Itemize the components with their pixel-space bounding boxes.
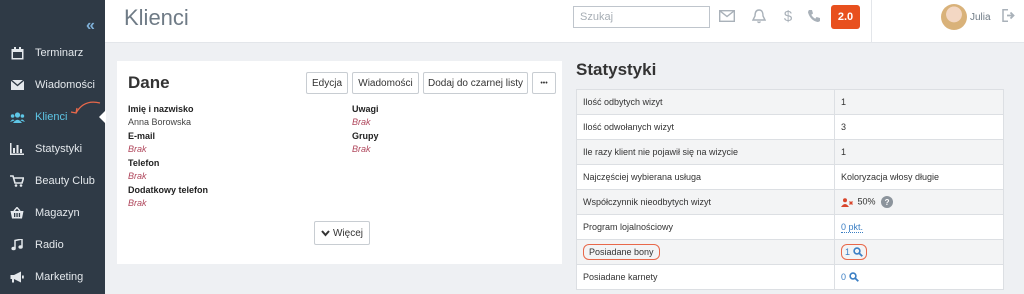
sidebar-item-beauty-club[interactable]: Beauty Club [0, 165, 105, 197]
stat-value: 1 [845, 246, 851, 257]
table-row: Posiadane karnety 0 [576, 264, 1004, 290]
sidebar: « Terminarz Wiadomości Klienci Statystyk… [0, 0, 105, 294]
panel-title: Dane [128, 73, 170, 92]
passes-link[interactable]: 0 [841, 271, 859, 283]
chevron-down-icon [321, 229, 330, 237]
notes-label: Uwagi [352, 104, 379, 114]
table-row: Program lojalnościowy 0 pkt. [576, 214, 1004, 240]
email-label: E-mail [128, 131, 156, 141]
sidebar-item-label: Wiadomości [35, 79, 95, 91]
megaphone-icon [9, 270, 25, 284]
bell-icon[interactable] [750, 7, 768, 25]
stat-value-cell: 0 pkt. [834, 214, 1004, 240]
envelope-icon[interactable] [718, 7, 736, 25]
table-row: Najczęściej wybierana usługa Koloryzacja… [576, 164, 1004, 190]
email-value: Brak [128, 144, 147, 154]
stat-label: Program lojalnościowy [576, 214, 835, 240]
annotation-arrow [70, 101, 101, 114]
user-name[interactable]: Julia [970, 12, 991, 23]
search-input[interactable] [573, 6, 710, 28]
table-row: Współczynnik nieodbytych wizyt 50% ? [576, 189, 1004, 215]
user-remove-icon [841, 197, 853, 207]
stat-value: 3 [834, 114, 1004, 140]
sidebar-item-label: Statystyki [35, 143, 83, 155]
more-options-button[interactable]: ••• [532, 72, 556, 94]
table-row: Posiadane bony 1 [576, 239, 1004, 265]
bar-chart-icon [9, 142, 25, 156]
sidebar-item-magazyn[interactable]: Magazyn [0, 197, 105, 229]
stat-label: Ilość odwołanych wizyt [576, 114, 835, 140]
stats-table: Ilość odbytych wizyt 1 Ilość odwołanych … [576, 89, 1004, 290]
stat-label: Najczęściej wybierana usługa [576, 164, 835, 190]
sidebar-item-label: Marketing [35, 271, 84, 283]
loyalty-points-link[interactable]: 0 pkt. [841, 222, 864, 233]
notes-value: Brak [352, 117, 371, 127]
show-more-label: Więcej [332, 227, 363, 239]
stat-value: 1 [834, 139, 1004, 165]
extra-phone-label: Dodatkowy telefon [128, 185, 209, 195]
phone-label: Telefon [128, 158, 160, 168]
name-label: Imię i nazwisko [128, 104, 194, 114]
stat-label: Ilość odbytych wizyt [576, 89, 835, 115]
users-icon [9, 110, 25, 124]
stat-value-cell: 0 [834, 264, 1004, 290]
stat-value: 50% [857, 196, 876, 207]
help-icon[interactable]: ? [881, 196, 894, 208]
envelope-icon [9, 78, 25, 92]
phone-value: Brak [128, 171, 147, 181]
messages-button[interactable]: Wiadomości [352, 72, 419, 94]
edit-button[interactable]: Edycja [306, 72, 348, 94]
sidebar-item-terminarz[interactable]: Terminarz [0, 37, 105, 69]
top-header: Klienci $ 2.0 Julia [105, 0, 1024, 43]
stat-value: 1 [834, 89, 1004, 115]
avatar[interactable] [941, 4, 967, 30]
sidebar-item-radio[interactable]: Radio [0, 229, 105, 261]
client-data-panel: Dane Edycja Wiadomości Dodaj do czarnej … [117, 61, 562, 264]
stat-value: Koloryzacja włosy długie [834, 164, 1004, 190]
sidebar-item-wiadomosci[interactable]: Wiadomości [0, 69, 105, 101]
logout-icon[interactable] [1002, 9, 1017, 25]
stat-label: Posiadane karnety [576, 264, 835, 290]
vouchers-link[interactable]: 1 [841, 243, 867, 260]
stat-label: Ile razy klient nie pojawił się na wizyc… [576, 139, 835, 165]
collapse-sidebar-icon[interactable]: « [86, 17, 95, 35]
sidebar-item-label: Radio [35, 239, 64, 251]
calendar-icon [9, 46, 25, 60]
groups-value: Brak [352, 144, 371, 154]
sidebar-item-label: Klienci [35, 111, 68, 123]
sidebar-item-marketing[interactable]: Marketing [0, 261, 105, 293]
stat-value-cell: 50% ? [834, 189, 1004, 215]
groups-label: Grupy [352, 131, 379, 141]
music-icon [9, 238, 25, 252]
stat-label: Współczynnik nieodbytych wizyt [576, 189, 835, 215]
sidebar-item-statystyki[interactable]: Statystyki [0, 133, 105, 165]
basket-icon [9, 206, 25, 220]
stats-title: Statystyki [576, 60, 657, 79]
phone-icon[interactable] [805, 7, 823, 25]
table-row: Ilość odbytych wizyt 1 [576, 89, 1004, 115]
search-icon [852, 247, 863, 258]
dollar-icon[interactable]: $ [779, 7, 797, 25]
sidebar-item-label: Terminarz [35, 47, 84, 59]
table-row: Ilość odwołanych wizyt 3 [576, 114, 1004, 140]
stat-value: 0 [841, 271, 847, 282]
sidebar-item-label: Beauty Club [35, 175, 95, 187]
name-value: Anna Borowska [128, 117, 192, 127]
extra-phone-value: Brak [128, 198, 147, 208]
stat-value-cell: 1 [834, 239, 1004, 265]
header-divider [871, 0, 872, 43]
table-row: Ile razy klient nie pojawił się na wizyc… [576, 139, 1004, 165]
page-title: Klienci [124, 5, 189, 30]
cart-icon [9, 174, 25, 188]
sidebar-item-label: Magazyn [35, 207, 80, 219]
show-more-button[interactable]: Więcej [314, 221, 370, 245]
add-to-blacklist-button[interactable]: Dodaj do czarnej listy [423, 72, 528, 94]
version-badge[interactable]: 2.0 [831, 5, 860, 29]
stat-label-cell: Posiadane bony [576, 239, 835, 265]
search-icon [848, 272, 859, 283]
stat-label: Posiadane bony [583, 244, 660, 260]
